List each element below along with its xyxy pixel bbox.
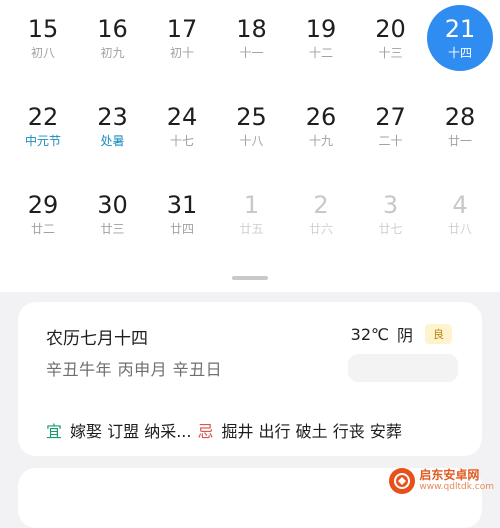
day-lunar-label: 十一 bbox=[239, 46, 264, 60]
day-lunar-label: 十二 bbox=[308, 46, 333, 60]
day-cell[interactable]: 22 中元节 bbox=[8, 91, 78, 161]
week-row: 15 初八 16 初九 17 初十 18 十一 19 十二 20 十三 21 十四 bbox=[0, 3, 500, 91]
watermark-logo-shape bbox=[394, 473, 411, 489]
day-lunar-label: 廿五 bbox=[239, 222, 264, 236]
day-number: 23 bbox=[97, 103, 128, 131]
day-info-card[interactable]: 农历七月十四 辛丑牛年 丙申月 辛丑日 32℃ 阴 良 宜嫁娶 订盟 纳采...… bbox=[18, 302, 482, 456]
day-number: 4 bbox=[452, 191, 468, 219]
day-cell[interactable]: 4 廿八 bbox=[425, 179, 495, 249]
day-lunar-label: 中元节 bbox=[24, 134, 61, 148]
day-cell[interactable]: 23 处暑 bbox=[78, 91, 148, 161]
day-lunar-label: 处暑 bbox=[100, 134, 125, 148]
week-row: 29 廿二 30 廿三 31 廿四 1 廿五 2 廿六 3 廿七 4 廿八 bbox=[0, 179, 500, 267]
day-number: 27 bbox=[375, 103, 406, 131]
lunar-date: 农历七月十四 bbox=[46, 329, 148, 349]
day-lunar-label: 廿四 bbox=[169, 222, 194, 236]
day-number: 28 bbox=[444, 103, 476, 131]
ganzhi-date: 辛丑牛年 丙申月 辛丑日 bbox=[46, 360, 223, 379]
day-lunar-label: 十九 bbox=[308, 134, 333, 148]
day-lunar-label: 廿三 bbox=[100, 222, 125, 236]
day-number: 17 bbox=[166, 15, 198, 43]
day-number: 25 bbox=[236, 103, 267, 131]
day-number: 15 bbox=[27, 15, 59, 43]
day-cell[interactable]: 27 二十 bbox=[356, 91, 426, 161]
weather-condition: 阴 bbox=[396, 326, 413, 345]
day-cell[interactable]: 15 初八 bbox=[8, 3, 78, 73]
day-cell[interactable]: 17 初十 bbox=[147, 3, 217, 73]
day-cell-selected[interactable]: 21 十四 bbox=[427, 5, 493, 71]
aqi-badge: 良 bbox=[425, 324, 452, 344]
day-cell[interactable]: 31 廿四 bbox=[147, 179, 217, 249]
day-number: 22 bbox=[27, 103, 59, 131]
day-number: 18 bbox=[236, 15, 267, 43]
day-cell[interactable]: 28 廿一 bbox=[425, 91, 495, 161]
day-lunar-label: 十八 bbox=[239, 134, 264, 148]
day-cell[interactable]: 29 廿二 bbox=[8, 179, 78, 249]
day-number: 24 bbox=[166, 103, 198, 131]
day-cell[interactable]: 25 十八 bbox=[217, 91, 287, 161]
watermark: 启东安卓网 www.qdltdk.com bbox=[389, 468, 494, 494]
day-lunar-label: 十四 bbox=[447, 46, 472, 60]
week-row: 22 中元节 23 处暑 24 十七 25 十八 26 十九 27 二十 28 廿一 bbox=[0, 91, 500, 179]
month-grid: 15 初八 16 初九 17 初十 18 十一 19 十二 20 十三 21 十四 22 中元节 23 处暑 24 十… bbox=[0, 0, 500, 292]
day-number: 30 bbox=[97, 191, 128, 219]
watermark-url: www.qdltdk.com bbox=[419, 482, 494, 492]
day-lunar-label: 十三 bbox=[378, 46, 403, 60]
day-cell[interactable]: 24 十七 bbox=[147, 91, 217, 161]
day-number: 26 bbox=[305, 103, 337, 131]
ji-items: 掘井 出行 破土 行丧 安葬 bbox=[221, 422, 402, 441]
temperature: 32℃ bbox=[350, 324, 389, 344]
day-number: 2 bbox=[313, 191, 329, 219]
day-lunar-label: 初九 bbox=[100, 46, 125, 60]
day-lunar-label: 初八 bbox=[30, 46, 55, 60]
day-number: 16 bbox=[97, 15, 128, 43]
day-lunar-label: 廿八 bbox=[447, 222, 472, 236]
day-number: 3 bbox=[382, 191, 399, 219]
watermark-logo-icon bbox=[389, 468, 416, 494]
day-lunar-label: 初十 bbox=[169, 46, 194, 60]
day-cell[interactable]: 30 廿三 bbox=[78, 179, 148, 249]
watermark-title: 启东安卓网 bbox=[419, 468, 480, 482]
watermark-text: 启东安卓网 www.qdltdk.com bbox=[419, 469, 494, 493]
day-cell[interactable]: 1 廿五 bbox=[217, 179, 287, 249]
day-cell[interactable]: 3 廿七 bbox=[356, 179, 426, 249]
day-cell[interactable]: 19 十二 bbox=[286, 3, 356, 73]
day-number: 31 bbox=[166, 191, 198, 219]
day-lunar-label: 廿六 bbox=[308, 222, 333, 236]
almanac-row[interactable]: 宜嫁娶 订盟 纳采... 忌掘井 出行 破土 行丧 安葬 bbox=[46, 418, 402, 442]
day-cell[interactable]: 26 十九 bbox=[286, 91, 356, 161]
day-lunar-label: 二十 bbox=[378, 134, 403, 148]
day-cell[interactable]: 18 十一 bbox=[217, 3, 287, 73]
day-number: 19 bbox=[305, 15, 337, 43]
drag-handle[interactable] bbox=[232, 276, 268, 280]
day-cell[interactable]: 20 十三 bbox=[356, 3, 426, 73]
yi-items: 嫁娶 订盟 纳采... bbox=[70, 422, 192, 441]
day-number: 20 bbox=[375, 15, 406, 43]
day-lunar-label: 廿二 bbox=[30, 222, 55, 236]
yi-label: 宜 bbox=[46, 422, 63, 441]
ji-label: 忌 bbox=[197, 422, 214, 441]
weather-summary[interactable]: 32℃ 阴 良 bbox=[351, 322, 452, 346]
day-number: 21 bbox=[444, 15, 476, 43]
day-lunar-label: 十七 bbox=[169, 134, 194, 148]
day-cell[interactable]: 16 初九 bbox=[78, 3, 148, 73]
day-number: 1 bbox=[243, 191, 260, 219]
blurred-area bbox=[348, 354, 458, 382]
day-cell[interactable]: 2 廿六 bbox=[286, 179, 356, 249]
day-lunar-label: 廿一 bbox=[447, 134, 472, 148]
day-number: 29 bbox=[27, 191, 59, 219]
day-lunar-label: 廿七 bbox=[378, 222, 403, 236]
